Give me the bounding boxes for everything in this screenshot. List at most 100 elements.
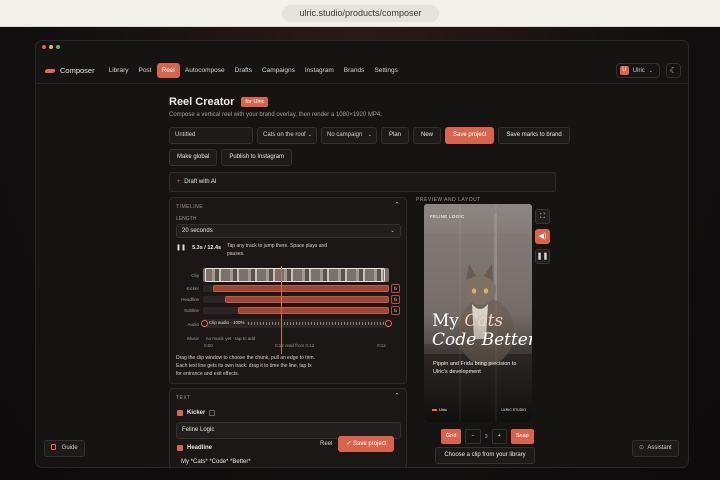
playhead[interactable] xyxy=(281,266,282,354)
clip-select-value: Cats on the roof xyxy=(263,132,306,138)
reel-label: Reel xyxy=(320,441,333,447)
guide-label: Guide xyxy=(61,445,78,451)
minimize-dot[interactable] xyxy=(49,45,53,49)
audio-handle-left[interactable] xyxy=(201,320,208,327)
collapse-chevron-icon[interactable]: ⌃ xyxy=(394,201,400,209)
user-menu[interactable]: U Ulric ⌄ xyxy=(615,63,660,78)
nav-post[interactable]: Post xyxy=(133,63,156,78)
pause-preview-icon[interactable]: ❚❚ xyxy=(535,249,550,264)
length-select[interactable]: 20 seconds ⌄ xyxy=(176,224,401,238)
brand-badge: for Ulric xyxy=(241,97,269,107)
nav-library[interactable]: Library xyxy=(104,63,134,78)
brand-logo-icon xyxy=(432,408,437,411)
nav-drafts[interactable]: Drafts xyxy=(230,63,257,78)
subline-fx-button[interactable]: fx xyxy=(391,306,400,315)
audio-handle-right[interactable] xyxy=(385,320,392,327)
brand-name: Composer xyxy=(60,66,95,75)
guide-button[interactable]: Guide xyxy=(44,440,85,457)
timeline-tip: Tap any track to jump there. Space plays… xyxy=(227,243,328,257)
choose-clip-button[interactable]: Choose a clip from your library xyxy=(435,447,535,464)
length-select-value: 20 seconds xyxy=(182,228,213,234)
reel-preview[interactable]: FELINE LOGIC My Cats Code Better Pippin … xyxy=(424,204,532,422)
scale-start: 0:00 xyxy=(204,343,213,348)
plan-button[interactable]: Plan xyxy=(381,127,410,144)
snap-button[interactable]: Snap xyxy=(510,429,534,444)
footer-brand-text: Ulric xyxy=(439,407,447,412)
book-icon xyxy=(51,444,56,450)
close-dot[interactable] xyxy=(42,45,46,49)
preview-footer: Ulric ULRIC STUDIO xyxy=(432,407,526,412)
kicker-fx-button[interactable]: fx xyxy=(391,284,400,293)
subline-clip[interactable] xyxy=(238,307,389,314)
length-label: LENGTH xyxy=(176,216,197,222)
kicker-toggle-icon[interactable] xyxy=(209,410,216,416)
kicker-label: Kicker xyxy=(187,410,206,416)
headline-clip[interactable] xyxy=(225,296,389,303)
timeline-help: Drag the clip window to choose the chunk… xyxy=(176,355,315,377)
draft-with-ai-bar[interactable]: + Draft with AI xyxy=(169,172,556,192)
track-label-music: Music xyxy=(187,336,199,341)
app-window: Composer Library Post Reel Autocompose D… xyxy=(35,40,689,468)
browser-bar: ulric.studio/products/composer xyxy=(0,0,720,27)
timeline-panel: TIMELINE ⌃ LENGTH 20 seconds ⌄ ❚❚ 5.3s /… xyxy=(169,197,407,384)
preview-headline: My Cats Code Better xyxy=(432,312,532,350)
new-button[interactable]: New xyxy=(413,127,442,144)
time-readout: 5.3s / 12.4s xyxy=(192,244,222,251)
headline-label: Headline xyxy=(187,445,213,451)
clip-select[interactable]: Cats on the roof ⌄ xyxy=(257,127,317,144)
grid-plus-button[interactable]: + xyxy=(491,429,507,444)
track-label-audio: Audio xyxy=(187,322,199,327)
clip-window[interactable] xyxy=(205,268,385,282)
nav-settings[interactable]: Settings xyxy=(369,63,403,78)
music-placeholder[interactable]: no music yet · tap to add xyxy=(206,336,255,341)
grid-minus-button[interactable]: − xyxy=(465,429,481,444)
headline-input[interactable]: My *Cats* *Code* *Better* xyxy=(176,456,401,467)
nav-reel[interactable]: Reel xyxy=(156,63,180,78)
nav-brands[interactable]: Brands xyxy=(339,63,370,78)
audio-track[interactable]: Clip audio · 100% xyxy=(203,319,389,328)
headline-checkbox[interactable] xyxy=(177,445,183,451)
grid-count: 3 xyxy=(484,433,488,440)
save-marks-button[interactable]: Save marks to brand xyxy=(498,127,570,144)
collapse-chevron-icon[interactable]: ⌃ xyxy=(394,392,400,400)
track-label-headline: Headline xyxy=(181,297,199,302)
floating-save-button[interactable]: ✓ Save project xyxy=(338,436,395,452)
nav-instagram[interactable]: Instagram xyxy=(300,63,339,78)
clip-track[interactable] xyxy=(203,268,389,282)
fullscreen-icon[interactable]: ⛶ xyxy=(535,209,550,224)
playback-row: ❚❚ 5.3s / 12.4s xyxy=(176,244,222,252)
publish-instagram-button[interactable]: Publish to Instagram xyxy=(221,149,293,166)
nav-links: Library Post Reel Autocompose Drafts Cam… xyxy=(104,63,403,78)
window-controls xyxy=(42,45,60,49)
nav-autocompose[interactable]: Autocompose xyxy=(180,63,230,78)
grid-button[interactable]: Grid xyxy=(441,429,462,444)
pause-icon[interactable]: ❚❚ xyxy=(176,244,186,251)
brand-logo-icon xyxy=(44,68,56,73)
headline-fx-button[interactable]: fx xyxy=(391,295,400,304)
campaign-select[interactable]: No campaign ⌄ xyxy=(321,127,377,144)
kicker-checkbox[interactable] xyxy=(177,410,183,416)
track-label-subline: Subline xyxy=(183,308,199,313)
sound-on-icon[interactable]: ◀) xyxy=(535,229,550,244)
kicker-clip[interactable] xyxy=(213,285,389,292)
page-title: Reel Creator xyxy=(169,96,235,108)
maximize-dot[interactable] xyxy=(56,45,60,49)
grid-controls: Grid − 3 + Snap xyxy=(441,429,534,444)
make-global-button[interactable]: Make global xyxy=(169,149,218,166)
floating-save-label: Save project xyxy=(353,441,387,447)
track-label-clip: Clip xyxy=(191,273,199,278)
headline-word-cats: Cats xyxy=(464,311,504,331)
scale-end: 0:12 xyxy=(377,343,386,348)
save-project-button[interactable]: Save project xyxy=(445,127,495,144)
floating-save-bar: Reel ✓ Save project xyxy=(320,436,395,452)
nav-campaigns[interactable]: Campaigns xyxy=(257,63,300,78)
chevron-down-icon: ⌄ xyxy=(389,228,395,234)
preview-kicker: FELINE LOGIC xyxy=(430,214,465,219)
url-bar[interactable]: ulric.studio/products/composer xyxy=(282,5,439,22)
top-nav: Composer Library Post Reel Autocompose D… xyxy=(36,58,688,84)
theme-toggle-moon-icon[interactable]: ☾ xyxy=(666,63,681,78)
project-name-input[interactable]: Untitled xyxy=(169,127,253,144)
chevron-down-icon: ⌄ xyxy=(648,67,653,74)
brand[interactable]: Composer xyxy=(44,66,95,75)
assistant-button[interactable]: ⊙ Assistant xyxy=(632,440,679,457)
